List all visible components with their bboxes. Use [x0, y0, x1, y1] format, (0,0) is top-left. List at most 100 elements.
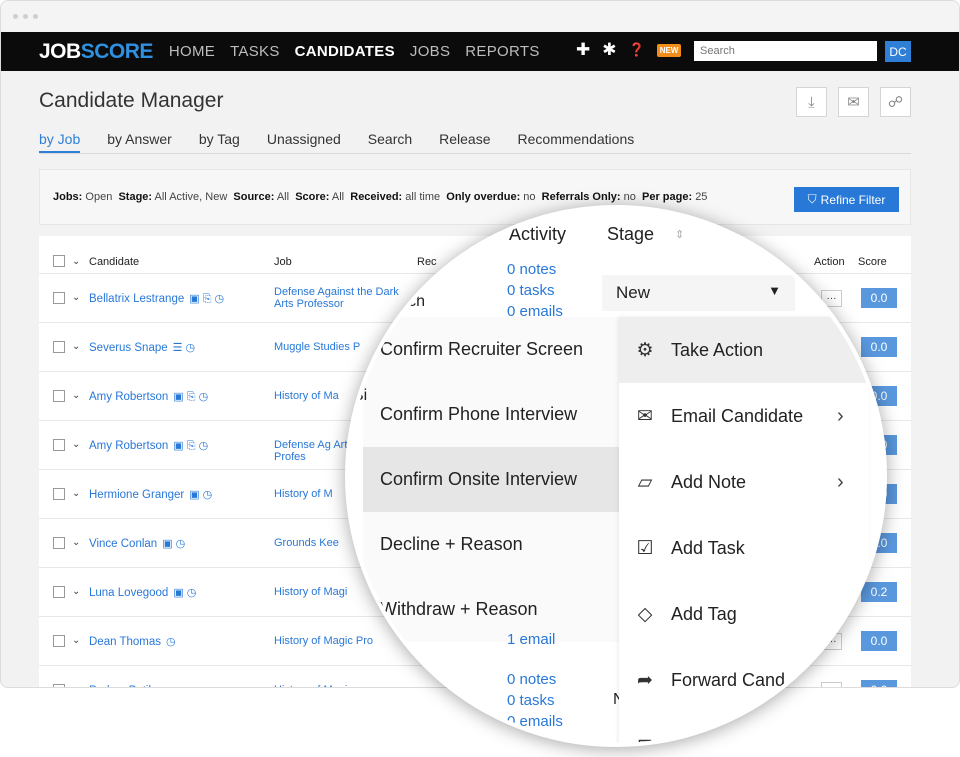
header-job[interactable]: Job: [274, 256, 292, 268]
tab-recommendations[interactable]: Recommendations: [518, 131, 635, 153]
row-checkbox[interactable]: [53, 635, 65, 647]
chevron-down-icon[interactable]: ⌄: [72, 488, 80, 499]
menu-add-task[interactable]: ☑ Add Task: [619, 515, 869, 581]
share-button[interactable]: ☍: [880, 87, 911, 117]
chevron-right-icon: ›: [837, 404, 844, 427]
filter-summary: Jobs: Open Stage: All Active, New Source…: [53, 191, 707, 203]
filter-icon: ⛉: [807, 192, 817, 206]
row-checkbox[interactable]: [53, 537, 65, 549]
candidate-name: Bellatrix Lestrange: [89, 293, 185, 305]
candidate-status-icons[interactable]: ☰ ◷: [173, 342, 196, 354]
chevron-down-icon[interactable]: ⌄: [72, 586, 80, 597]
candidate-name-link[interactable]: Severus Snape ☰ ◷: [89, 341, 195, 354]
menu-add-tag[interactable]: ◇ Add Tag: [619, 581, 869, 647]
candidate-name-link[interactable]: Luna Lovegood ▣ ◷: [89, 586, 196, 599]
nav-home[interactable]: HOME: [169, 43, 215, 60]
download-icon: ⤓: [808, 93, 815, 111]
candidate-status-icons[interactable]: ▣ ◷: [173, 587, 196, 599]
candidate-status-icons[interactable]: ▣ ⎘ ◷: [173, 440, 208, 452]
logo-text-job: JOB: [39, 39, 81, 63]
menu-forward-candidate[interactable]: ➦ Forward Cand: [619, 647, 869, 713]
menu-take-action[interactable]: ⚙ Take Action: [619, 317, 869, 383]
candidate-status-icons[interactable]: ◷: [156, 685, 166, 687]
stage-option[interactable]: Decline + Reason: [363, 512, 619, 577]
nav-tasks[interactable]: TASKS: [230, 43, 280, 60]
row-checkbox[interactable]: [53, 439, 65, 451]
chevron-down-icon[interactable]: ⌄: [72, 292, 80, 303]
activity-emails-link[interactable]: 0 emails: [507, 711, 563, 732]
window-dot: [13, 14, 18, 19]
menu-add-note[interactable]: ▱ Add Note ›: [619, 449, 869, 515]
user-avatar[interactable]: DC: [885, 41, 911, 62]
search-input[interactable]: [694, 41, 877, 61]
candidate-status-icons[interactable]: ▣ ◷: [189, 489, 212, 501]
envelope-icon: ✉: [637, 405, 653, 427]
caret-down-icon: ▼: [768, 283, 781, 298]
stage-option[interactable]: Confirm Phone Interview: [363, 382, 619, 447]
row-checkbox[interactable]: [53, 586, 65, 598]
column-stage[interactable]: Stage: [607, 224, 654, 245]
candidate-status-icons[interactable]: ▣ ◷: [162, 538, 185, 550]
candidate-status-icons[interactable]: ▣ ⎘ ◷: [173, 391, 208, 403]
stage-select[interactable]: New ▼: [602, 275, 795, 311]
tab-by-job[interactable]: by Job: [39, 131, 81, 153]
activity-tasks-link[interactable]: 0 tasks: [507, 690, 555, 711]
download-button[interactable]: ⤓: [796, 87, 827, 117]
candidate-name-link[interactable]: Hermione Granger ▣ ◷: [89, 488, 212, 501]
filter-value: no: [623, 191, 636, 203]
ellipsis-icon[interactable]: ···: [823, 289, 837, 305]
stage-option-highlighted[interactable]: Confirm Onsite Interview: [363, 447, 619, 512]
candidate-name-link[interactable]: Dean Thomas ◷: [89, 635, 176, 648]
sort-icon[interactable]: ⇕: [675, 228, 684, 241]
candidate-status-icons[interactable]: ◷: [166, 636, 176, 648]
row-checkbox[interactable]: [53, 341, 65, 353]
tab-by-tag[interactable]: by Tag: [199, 131, 240, 153]
nav-candidates[interactable]: CANDIDATES: [295, 43, 395, 60]
plus-icon[interactable]: ✚: [576, 40, 590, 60]
candidate-name-link[interactable]: Bellatrix Lestrange ▣ ⎘ ◷: [89, 292, 224, 306]
menu-item-partial[interactable]: ⊟: [619, 713, 869, 744]
help-icon[interactable]: ❓: [629, 42, 645, 58]
nav-reports[interactable]: REPORTS: [465, 43, 539, 60]
tab-release[interactable]: Release: [439, 131, 490, 153]
activity-notes-link[interactable]: 0 notes: [507, 259, 556, 280]
chevron-down-icon[interactable]: ⌄: [72, 537, 80, 548]
jobscore-logo[interactable]: JOBSCORE: [39, 40, 153, 64]
filter-value: all time: [405, 191, 441, 203]
filter-label: Stage:: [118, 191, 153, 203]
candidate-name-link[interactable]: Amy Robertson ▣ ⎘ ◷: [89, 439, 208, 453]
tag-icon: ◇: [637, 603, 653, 625]
page-title: Candidate Manager: [39, 89, 224, 112]
candidate-name-link[interactable]: Padma Patil ◷: [89, 684, 166, 687]
nav-jobs[interactable]: JOBS: [410, 43, 450, 60]
chevron-down-icon[interactable]: ⌄: [72, 341, 80, 352]
chevron-right-icon: ›: [837, 470, 844, 493]
chevron-down-icon[interactable]: ⌄: [72, 684, 80, 687]
stage-option[interactable]: Confirm Recruiter Screen: [363, 317, 619, 382]
row-checkbox[interactable]: [53, 390, 65, 402]
chevron-down-icon[interactable]: ⌄: [72, 635, 80, 646]
stage-option[interactable]: Withdraw + Reason: [363, 577, 619, 642]
activity-tasks-link[interactable]: 0 tasks: [507, 280, 555, 301]
tab-unassigned[interactable]: Unassigned: [267, 131, 341, 153]
candidate-status-icons[interactable]: ▣ ⎘ ◷: [189, 293, 224, 305]
menu-email-candidate[interactable]: ✉ Email Candidate ›: [619, 383, 869, 449]
row-checkbox[interactable]: [53, 292, 65, 304]
new-badge[interactable]: NEW: [656, 43, 682, 57]
share-icon: ☍: [887, 94, 904, 111]
activity-email-link[interactable]: 1 email: [507, 629, 555, 650]
chevron-down-icon[interactable]: ⌄: [72, 439, 80, 450]
row-checkbox[interactable]: [53, 488, 65, 500]
candidate-name-link[interactable]: Amy Robertson ▣ ⎘ ◷: [89, 390, 208, 404]
chevron-down-icon[interactable]: ⌄: [72, 390, 80, 401]
tab-by-answer[interactable]: by Answer: [107, 131, 172, 153]
header-candidate[interactable]: Candidate: [89, 256, 139, 268]
select-all-checkbox[interactable]: [53, 255, 65, 267]
gear-icon[interactable]: ✱: [602, 40, 616, 60]
tab-search[interactable]: Search: [368, 131, 412, 153]
row-checkbox[interactable]: [53, 684, 65, 687]
activity-notes-link[interactable]: 0 notes: [507, 669, 556, 690]
candidate-name-link[interactable]: Vince Conlan ▣ ◷: [89, 537, 185, 550]
email-button[interactable]: ✉: [838, 87, 869, 117]
chevron-down-icon[interactable]: ⌄: [72, 256, 80, 267]
